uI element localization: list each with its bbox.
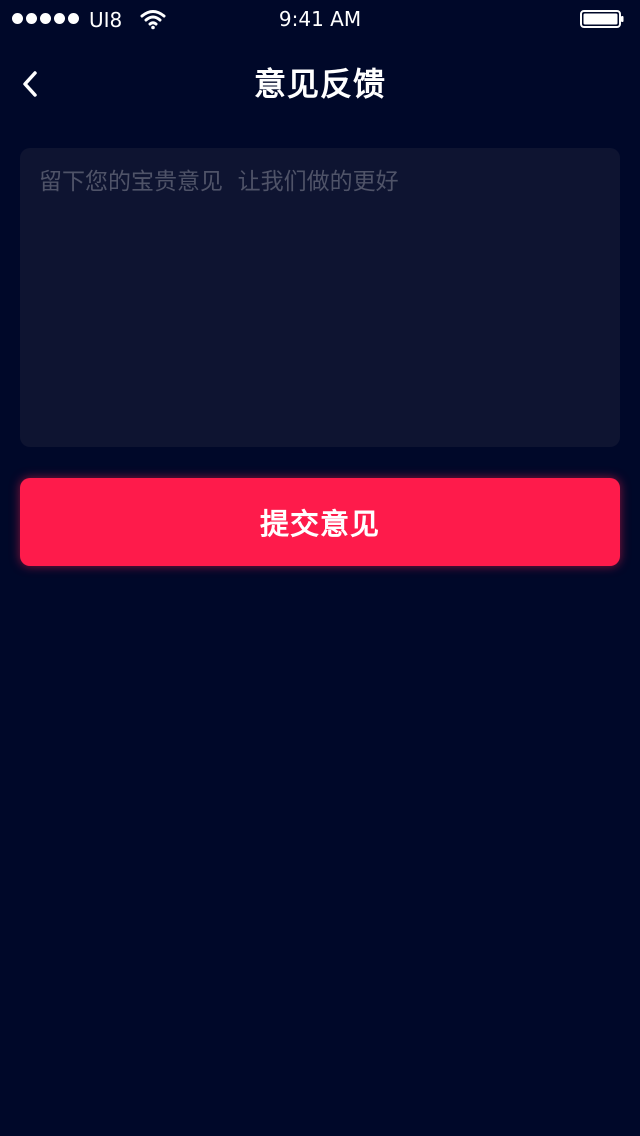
status-time: 9:41 AM: [278, 7, 362, 31]
page-title: 意见反馈: [253, 65, 386, 103]
feedback-input[interactable]: [20, 148, 620, 447]
submit-feedback-button[interactable]: 提交意见: [20, 478, 620, 566]
navigation-bar: 意见反馈: [0, 40, 640, 128]
battery-icon: [580, 10, 624, 28]
feedback-screen: UI8 9:41 AM 意见反馈 提交意见: [0, 0, 640, 1136]
feedback-input-container: [20, 148, 620, 447]
status-bar: UI8 9:41 AM: [0, 0, 640, 40]
